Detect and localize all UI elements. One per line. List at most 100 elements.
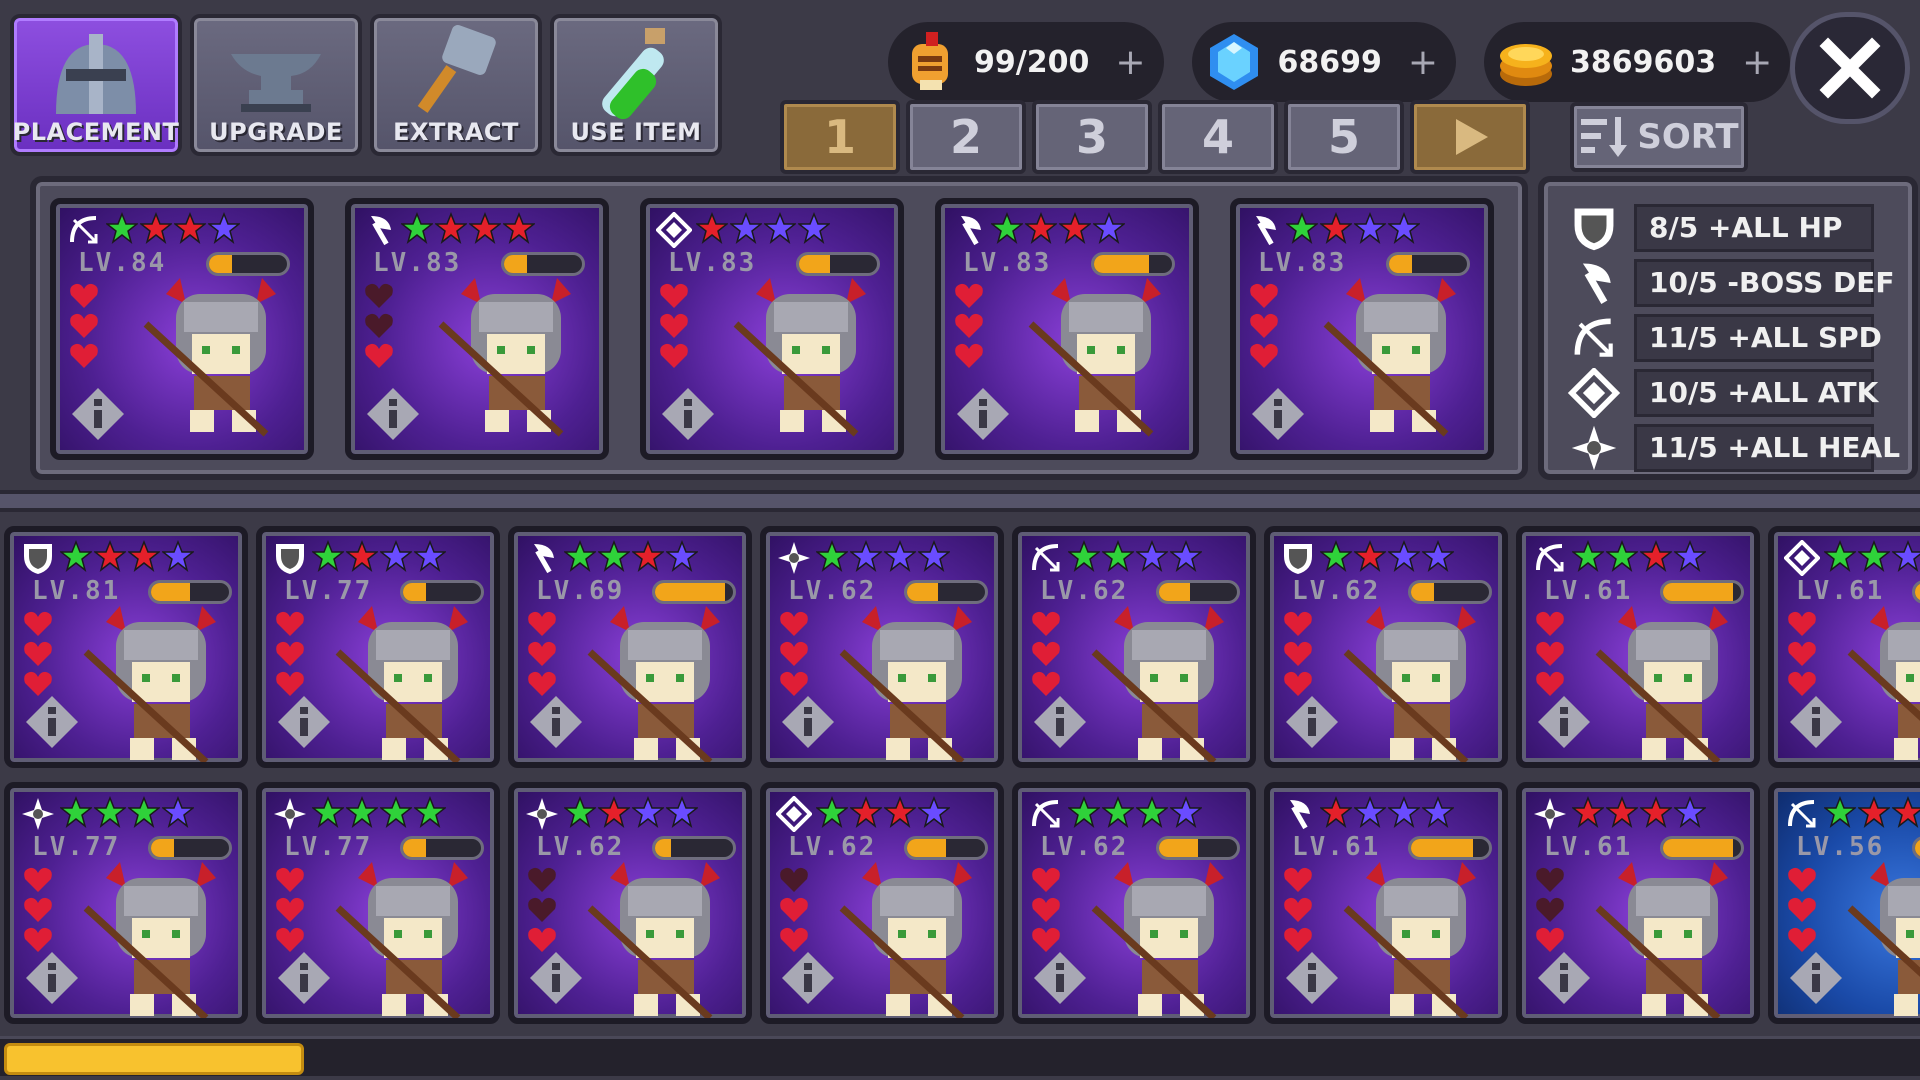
hero-card[interactable]: LV.61 [1264,782,1508,1024]
placed-hero-card[interactable]: LV.83 [345,198,609,460]
star-icon [469,212,501,244]
info-icon[interactable] [1250,386,1306,442]
info-icon[interactable] [1032,694,1088,750]
hero-card[interactable]: LV.56 [1768,782,1920,1024]
add-gold-button[interactable]: + [1742,42,1772,83]
star-icon [503,212,535,244]
hero-sprite [1343,862,1476,1018]
info-icon[interactable] [1284,950,1340,1006]
hero-card[interactable]: LV.61 [1516,526,1760,768]
page-button-5[interactable]: 5 [1284,100,1404,174]
page-button-2[interactable]: 2 [906,100,1026,174]
tab-extract[interactable]: EXTRACT [370,14,542,156]
hero-sprite [839,606,972,762]
info-icon[interactable] [780,950,836,1006]
page-button-3[interactable]: 3 [1032,100,1152,174]
star-icon [816,796,848,828]
info-icon[interactable] [528,950,584,1006]
info-icon[interactable] [1536,950,1592,1006]
star-icon [598,540,630,572]
heart-icon [1788,867,1816,892]
star-icon [1858,540,1890,572]
hero-hearts [1030,866,1062,954]
hero-card[interactable]: LV.77 [256,782,500,1024]
hero-card[interactable]: LV.61 [1768,526,1920,768]
hero-card[interactable]: LV.62 [1012,526,1256,768]
placed-hero-card[interactable]: LV.83 [935,198,1199,460]
info-icon[interactable] [780,694,836,750]
hero-sprite [1091,862,1224,1018]
placed-hero-card[interactable]: LV.84 [50,198,314,460]
heart-icon [780,897,808,922]
roster-scrollbar[interactable] [0,1036,1920,1076]
heart-icon [780,641,808,666]
heart-icon [955,343,983,368]
page-button-1[interactable]: 1 [780,100,900,174]
heart-icon [780,611,808,636]
info-icon[interactable] [1032,950,1088,1006]
star-icon [1572,540,1604,572]
tab-placement[interactable]: PLACEMENT [10,14,182,156]
scroll-thumb[interactable] [4,1043,304,1075]
star-icon [1892,796,1920,828]
page-button-4[interactable]: 4 [1158,100,1278,174]
hero-card[interactable]: LV.62 [508,782,752,1024]
hero-card[interactable]: LV.62 [760,526,1004,768]
info-icon[interactable] [1788,950,1844,1006]
hero-card[interactable]: LV.77 [256,526,500,768]
heart-icon [276,867,304,892]
star-icon [1858,796,1890,828]
cross-class-icon [526,798,558,830]
sort-icon [1581,117,1628,157]
bonus-row: 10/5 -BOSS DEF [1566,255,1896,310]
bonus-row: 8/5 +ALL HP [1566,200,1896,255]
heart-icon [1536,611,1564,636]
placed-hero-card[interactable]: LV.83 [640,198,904,460]
shield-class-icon [24,544,52,574]
axe-class-icon [1256,216,1276,246]
next-page-button[interactable] [1410,100,1530,174]
info-icon[interactable] [955,386,1011,442]
info-icon[interactable] [528,694,584,750]
add-units-button[interactable]: + [1115,42,1145,83]
star-icon [1388,212,1420,244]
heart-icon [1284,897,1312,922]
gold-count: 3869603 [1570,44,1717,80]
sort-button[interactable]: SORT [1570,102,1748,172]
info-icon[interactable] [276,694,332,750]
tab-upgrade[interactable]: UPGRADE [190,14,362,156]
info-icon[interactable] [1284,694,1340,750]
info-icon[interactable] [24,694,80,750]
heart-icon [1032,867,1060,892]
hero-card[interactable]: LV.62 [1264,526,1508,768]
add-gems-button[interactable]: + [1408,42,1438,83]
hero-hearts [526,610,558,698]
hero-card[interactable]: LV.62 [1012,782,1256,1024]
star-icon [632,540,664,572]
hero-card[interactable]: LV.62 [760,782,1004,1024]
close-button[interactable] [1790,12,1910,124]
info-icon[interactable] [1788,694,1844,750]
info-icon[interactable] [70,386,126,442]
hero-card[interactable]: LV.69 [508,526,752,768]
star-icon [816,540,848,572]
hero-card[interactable]: LV.77 [4,782,248,1024]
info-icon[interactable] [365,386,421,442]
hero-card[interactable]: LV.61 [1516,782,1760,1024]
info-icon[interactable] [24,950,80,1006]
star-icon [1136,796,1168,828]
info-icon[interactable] [276,950,332,1006]
info-icon[interactable] [660,386,716,442]
star-icon [1320,796,1352,828]
shield-class-icon [1284,544,1312,574]
tab-use-item[interactable]: USE ITEM [550,14,722,156]
info-icon[interactable] [1536,694,1592,750]
star-icon [1093,212,1125,244]
hero-card[interactable]: LV.81 [4,526,248,768]
gem-icon [1209,34,1258,90]
bonus-text: 11/5 +ALL SPD [1634,313,1882,362]
heart-icon [1284,611,1312,636]
placed-hero-card[interactable]: LV.83 [1230,198,1494,460]
bonus-row: 11/5 +ALL SPD [1566,310,1896,365]
bonus-text: 8/5 +ALL HP [1634,203,1874,252]
